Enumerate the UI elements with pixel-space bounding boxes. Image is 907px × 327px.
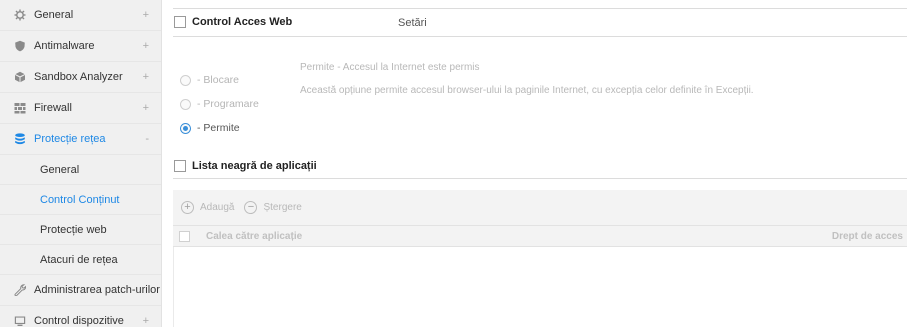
select-all-checkbox[interactable] [179,230,190,242]
shield-icon [14,40,26,52]
blacklist-title: Lista neagră de aplicații [192,160,317,172]
sidebar-subitem-label: General [40,163,80,176]
device-icon [14,315,26,327]
sidebar-item-antimalware[interactable]: Antimalware + [0,31,161,62]
sidebar-item-label: Firewall [34,102,72,114]
sidebar-subitem-general[interactable]: General [0,155,161,185]
sidebar-subitem-label: Control Conținut [40,193,120,206]
sidebar-item-label: General [34,9,74,21]
sidebar-item-label: Sandbox Analyzer [34,71,123,83]
table-header: Calea către aplicație Drept de acces [173,225,907,247]
plus-icon: + [181,201,194,214]
sidebar-item-firewall[interactable]: Firewall + [0,93,161,124]
sidebar-item-label: Administrarea patch-urilor [34,284,160,296]
divider [173,8,907,9]
add-label: Adaugă [200,202,235,213]
web-control-section: Control Acces Web [174,16,292,28]
wrench-icon [14,284,26,296]
sidebar-subitem-label: Protecție web [40,223,107,236]
sidebar-item-device-control[interactable]: Control dispozitive + [0,306,161,327]
sidebar-subitem-content-control[interactable]: Control Conținut [0,185,161,215]
mode-description-text: Această opțiune permite accesul browser-… [300,85,754,96]
main-panel: Control Acces Web Setări - Blocare - Pro… [162,0,907,327]
gear-icon [14,9,26,21]
collapse-icon[interactable]: - [145,133,149,145]
settings-link[interactable]: Setări [398,17,427,29]
radio-button-selected[interactable] [180,122,191,134]
column-header-path[interactable]: Calea către aplicație [206,231,302,242]
radio-button[interactable] [180,98,191,110]
blacklist-checkbox[interactable] [174,160,186,172]
expand-icon[interactable]: + [143,40,149,52]
firewall-icon [14,102,26,114]
sidebar-item-patch-management[interactable]: Administrarea patch-urilor [0,275,161,306]
sidebar-item-label: Protecție rețea [34,133,106,145]
sidebar-item-label: Antimalware [34,40,95,52]
divider [173,178,907,179]
radio-block[interactable]: - Blocare [180,74,239,86]
table-body [173,247,907,327]
delete-button[interactable]: − Ștergere [244,201,302,214]
blacklist-section: Lista neagră de aplicații [174,160,317,172]
web-control-checkbox[interactable] [174,16,186,28]
delete-label: Ștergere [263,202,302,213]
cube-icon [14,71,26,83]
blacklist-toolbar: + Adaugă − Ștergere [173,190,907,225]
sidebar-subitem-network-attacks[interactable]: Atacuri de rețea [0,245,161,275]
expand-icon[interactable]: + [143,102,149,114]
radio-label: - Permite [197,122,240,134]
minus-icon: − [244,201,258,214]
expand-icon[interactable]: + [143,9,149,21]
expand-icon[interactable]: + [143,315,149,327]
sidebar-subitem-web-protection[interactable]: Protecție web [0,215,161,245]
sidebar-item-label: Control dispozitive [34,315,124,327]
sidebar-item-network-protection[interactable]: Protecție rețea - [0,124,161,155]
radio-label: - Blocare [197,74,240,86]
radio-allow[interactable]: - Permite [180,122,240,134]
mode-description-title: Permite - Accesul la Internet este permi… [300,62,480,73]
divider [173,36,907,37]
add-button[interactable]: + Adaugă [181,201,234,214]
radio-schedule[interactable]: - Programare [180,98,259,110]
sidebar: General + Antimalware + Sandbox Analyzer… [0,0,162,327]
network-icon [14,133,26,145]
sidebar-subitem-label: Atacuri de rețea [40,253,118,266]
radio-label: - Programare [197,98,259,110]
column-header-access[interactable]: Drept de acces [832,231,903,242]
expand-icon[interactable]: + [143,71,149,83]
sidebar-item-general[interactable]: General + [0,0,161,31]
web-control-title: Control Acces Web [192,16,293,28]
radio-button[interactable] [180,74,191,86]
sidebar-item-sandbox-analyzer[interactable]: Sandbox Analyzer + [0,62,161,93]
